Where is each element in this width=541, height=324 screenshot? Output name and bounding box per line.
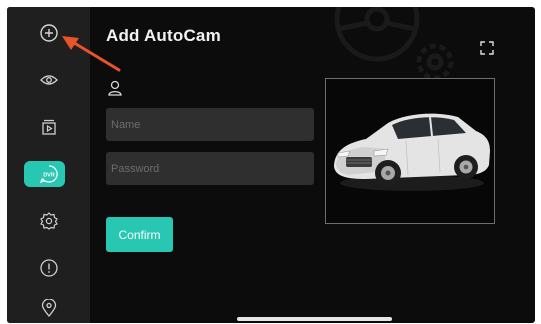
fullscreen-expand-icon[interactable] bbox=[480, 41, 494, 55]
dvr-icon-label: DVR bbox=[43, 173, 55, 179]
sidebar-item-playback[interactable] bbox=[7, 106, 90, 148]
dvr-icon: DVR bbox=[39, 165, 58, 183]
home-indicator bbox=[237, 317, 392, 321]
location-pin-icon bbox=[41, 299, 56, 317]
sidebar-item-dvr[interactable]: DVR bbox=[7, 153, 90, 195]
car-image bbox=[334, 113, 490, 191]
confirm-button[interactable]: Confirm bbox=[106, 217, 173, 252]
add-icon bbox=[39, 24, 58, 42]
steering-wheel-gear-watermark-icon bbox=[334, 7, 454, 81]
sidebar-item-info[interactable] bbox=[7, 247, 90, 289]
playback-icon bbox=[41, 119, 56, 135]
page-title: Add AutoCam bbox=[106, 26, 221, 45]
sidebar-item-add[interactable] bbox=[7, 12, 90, 54]
camera-preview bbox=[325, 78, 495, 224]
app-window: DVR Add AutoCam Name Password Confirm bbox=[7, 7, 535, 323]
sidebar: DVR bbox=[7, 7, 90, 323]
sidebar-item-settings[interactable] bbox=[7, 200, 90, 242]
name-input[interactable]: Name bbox=[106, 108, 314, 141]
user-icon bbox=[108, 80, 122, 96]
eye-icon bbox=[39, 75, 58, 85]
info-alert-icon bbox=[39, 259, 58, 277]
settings-gear-icon bbox=[39, 212, 58, 230]
sidebar-item-location[interactable] bbox=[7, 287, 90, 323]
sidebar-item-live-view[interactable] bbox=[7, 59, 90, 101]
password-input[interactable]: Password bbox=[106, 152, 314, 185]
